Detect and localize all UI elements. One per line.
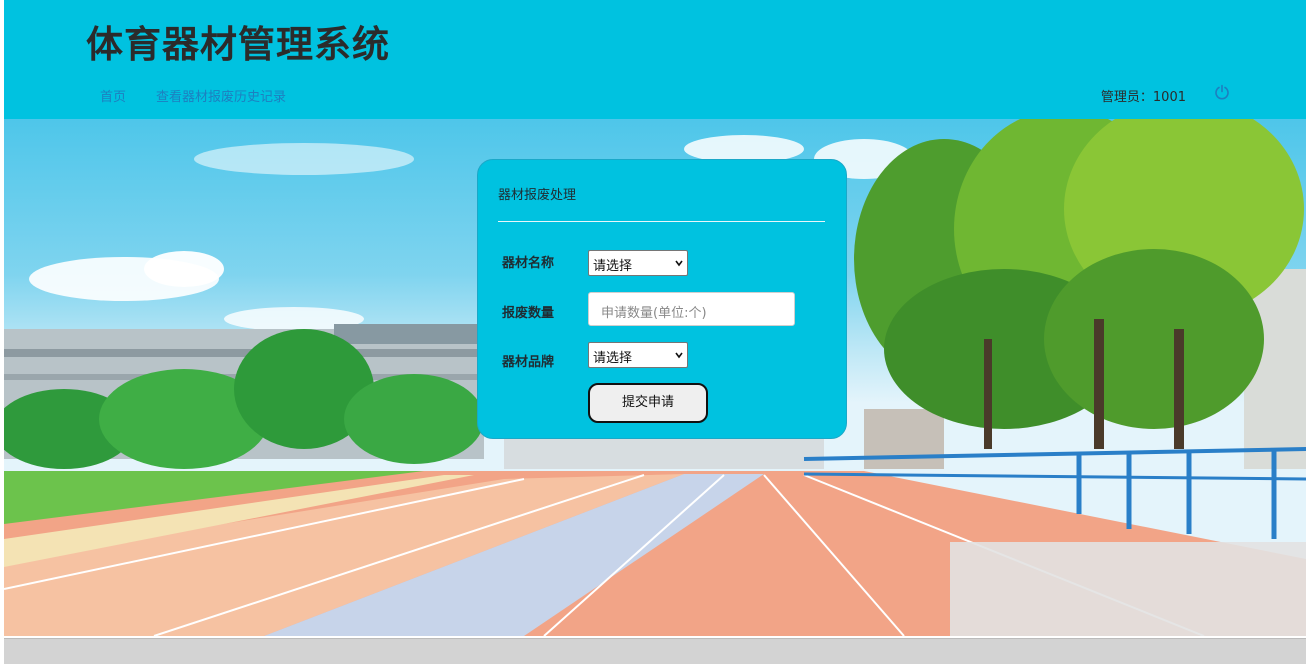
equipment-brand-select[interactable]: 请选择 xyxy=(588,342,688,368)
equipment-name-label: 器材名称 xyxy=(502,256,555,271)
form-title: 器材报废处理 xyxy=(498,188,577,203)
chevron-down-icon xyxy=(675,352,683,359)
equipment-name-value: 请选择 xyxy=(593,259,633,274)
footer xyxy=(4,638,1306,664)
chevron-down-icon xyxy=(675,260,683,267)
submit-button[interactable]: 提交申请 xyxy=(588,383,708,423)
scrap-quantity-label: 报废数量 xyxy=(502,306,555,321)
equipment-brand-value: 请选择 xyxy=(593,351,633,366)
nav-bar: 首页 查看器材报废历史记录 xyxy=(100,86,286,105)
divider xyxy=(498,221,825,222)
scrap-quantity-input[interactable]: 申请数量(单位:个) xyxy=(588,292,795,326)
scrap-form-panel: 器材报废处理 器材名称 请选择 报废数量 申请数量(单位:个) 器材品牌 请选择… xyxy=(477,159,847,439)
nav-scrap-history-link[interactable]: 查看器材报废历史记录 xyxy=(156,86,286,105)
site-title: 体育器材管理系统 xyxy=(86,23,390,66)
power-icon[interactable] xyxy=(1214,84,1230,100)
app-window: 体育器材管理系统 首页 查看器材报废历史记录 管理员：1001 器材报废处理 器… xyxy=(4,0,1306,664)
header: 体育器材管理系统 首页 查看器材报废历史记录 管理员：1001 xyxy=(4,0,1306,119)
nav-home-link[interactable]: 首页 xyxy=(100,86,126,105)
equipment-brand-label: 器材品牌 xyxy=(502,355,555,370)
user-label: 管理员：1001 xyxy=(1100,90,1186,105)
equipment-name-select[interactable]: 请选择 xyxy=(588,250,688,276)
